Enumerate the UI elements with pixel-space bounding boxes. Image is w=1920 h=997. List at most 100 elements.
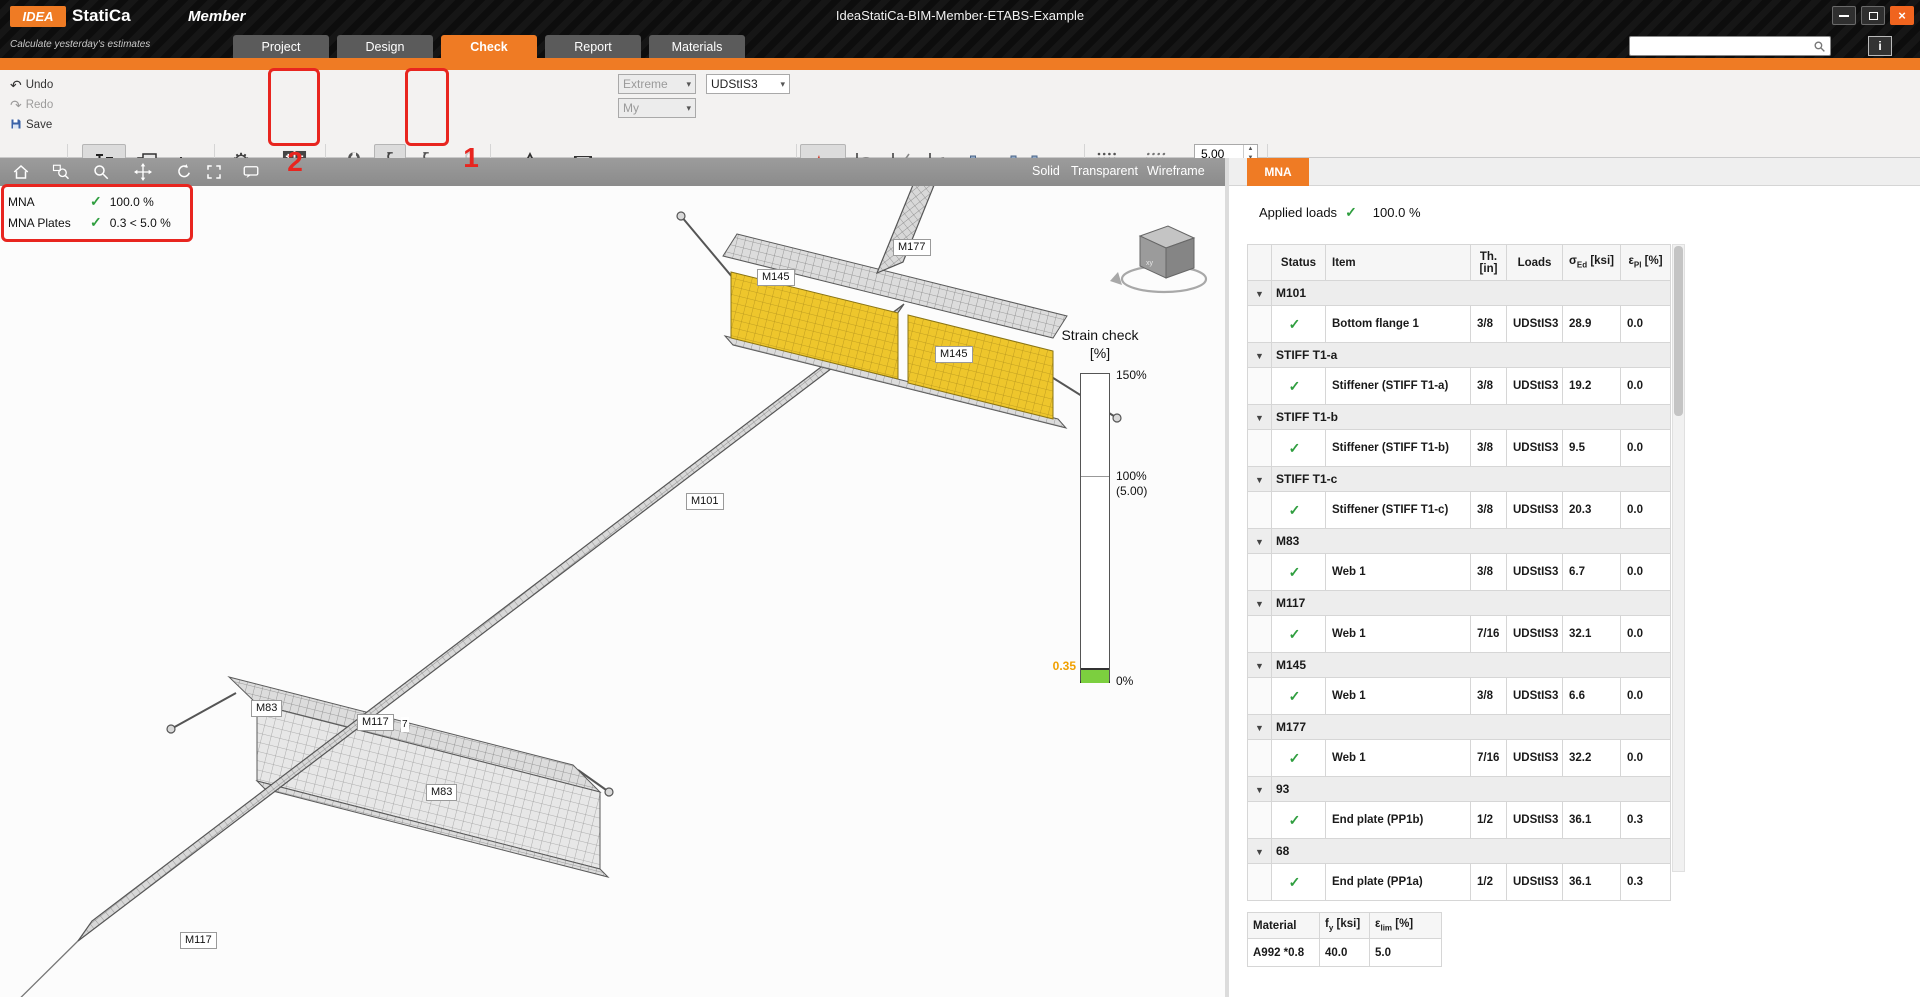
table-group-row[interactable]: ▼STIFF T1-b <box>1248 405 1671 430</box>
tab-design[interactable]: Design <box>337 35 433 58</box>
table-group-row[interactable]: ▼STIFF T1-a <box>1248 343 1671 368</box>
undo-icon: ↶ <box>10 78 22 92</box>
close-button[interactable]: × <box>1890 6 1914 25</box>
my-value: My <box>623 101 639 115</box>
table-group-row[interactable]: ▼M101 <box>1248 281 1671 306</box>
tab-project[interactable]: Project <box>233 35 329 58</box>
loads-cell: UDStIS3 <box>1507 368 1563 405</box>
tab-mna-results[interactable]: MNA <box>1247 158 1309 186</box>
close-icon: × <box>1898 8 1906 23</box>
label-bubble-icon[interactable] <box>240 162 262 182</box>
viewport-3d[interactable]: xy M177 M145 M145 M101 M117 M83 M83 M117… <box>0 186 1225 997</box>
my-dropdown[interactable]: My ▾ <box>618 98 696 118</box>
table-group-row[interactable]: ▼ M83 <box>1248 529 1671 554</box>
redo-button[interactable]: ↷Redo <box>6 96 57 114</box>
collapse-icon[interactable]: ▼ <box>1248 475 1264 485</box>
zoom-window-icon[interactable] <box>50 162 72 182</box>
results-panel: MNA Applied loads ✓ 100.0 % Status Item … <box>1229 158 1920 997</box>
info-button[interactable]: i <box>1868 36 1892 56</box>
table-group-row[interactable]: ▼M177 <box>1248 715 1671 740</box>
module-name: Member <box>188 8 246 25</box>
search-input[interactable] <box>1630 39 1813 53</box>
view-cube[interactable]: xy <box>1110 226 1206 292</box>
fit-view-icon[interactable] <box>203 162 225 182</box>
group-name: M83 <box>1272 529 1671 554</box>
item-cell: Web 1 <box>1326 678 1471 715</box>
refresh-icon[interactable] <box>173 162 195 182</box>
collapse-icon[interactable]: ▼ <box>1248 537 1264 547</box>
group-name: STIFF T1-c <box>1272 467 1671 492</box>
titlebar: IDEA StatiCa Member Calculate yesterday'… <box>0 0 1920 58</box>
check-icon: ✓ <box>1289 502 1301 518</box>
collapse-icon[interactable]: ▼ <box>1248 847 1264 857</box>
loads-cell: UDStIS3 <box>1507 802 1563 839</box>
check-icon: ✓ <box>1289 688 1301 704</box>
load-case-dropdown[interactable]: UDStIS3▾ <box>706 74 790 94</box>
table-scrollbar[interactable] <box>1672 244 1685 872</box>
search-icon[interactable] <box>1813 40 1830 53</box>
th-cell: 3/8 <box>1471 492 1507 529</box>
sigma-cell: 20.3 <box>1563 492 1621 529</box>
th-cell: 3/8 <box>1471 368 1507 405</box>
loads-cell: UDStIS3 <box>1507 492 1563 529</box>
pan-icon[interactable] <box>132 162 154 182</box>
minimize-button[interactable] <box>1832 6 1856 25</box>
tab-report[interactable]: Report <box>545 35 641 58</box>
tab-label: Check <box>470 40 508 54</box>
table-row[interactable]: ✓Web 13/8UDStIS36.60.0 <box>1248 678 1671 715</box>
status-row: MNA ✓ 100.0 % <box>8 191 171 212</box>
table-group-row[interactable]: ▼ STIFF T1-c <box>1248 467 1671 492</box>
model-3d-scene[interactable]: xy <box>0 186 1225 997</box>
table-group-row[interactable]: ▼M145 <box>1248 653 1671 678</box>
save-button[interactable]: Save <box>6 116 56 134</box>
material-row[interactable]: A992 *0.8 40.0 5.0 <box>1248 939 1442 967</box>
table-row[interactable]: ✓Web 17/16UDStIS332.20.0 <box>1248 740 1671 777</box>
maximize-button[interactable] <box>1861 6 1885 25</box>
table-row[interactable]: ✓Bottom flange 13/8UDStIS328.90.0 <box>1248 306 1671 343</box>
tab-check[interactable]: Check <box>441 35 537 58</box>
collapse-icon[interactable]: ▼ <box>1248 599 1264 609</box>
spinner-up-icon[interactable]: ▲ <box>1244 145 1257 154</box>
home-icon[interactable] <box>10 162 32 182</box>
table-row[interactable]: ✓End plate (PP1b)1/2UDStIS336.10.3 <box>1248 802 1671 839</box>
collapse-icon[interactable]: ▼ <box>1248 351 1264 361</box>
chevron-down-icon: ▾ <box>686 103 691 114</box>
table-row[interactable]: ✓Stiffener (STIFF T1-a)3/8UDStIS319.20.0 <box>1248 368 1671 405</box>
tab-label: Report <box>574 40 612 54</box>
table-row[interactable]: ✓Stiffener (STIFF T1-b)3/8UDStIS39.50.0 <box>1248 430 1671 467</box>
table-row[interactable]: ✓Web 17/16UDStIS332.10.0 <box>1248 616 1671 653</box>
material-eps-cell: 5.0 <box>1370 939 1442 967</box>
chevron-down-icon: ▾ <box>780 79 785 90</box>
table-group-row[interactable]: ▼93 <box>1248 777 1671 802</box>
tab-materials[interactable]: Materials <box>649 35 745 58</box>
item-cell: Stiffener (STIFF T1-a) <box>1326 368 1471 405</box>
collapse-icon[interactable]: ▼ <box>1248 661 1264 671</box>
table-group-row[interactable]: ▼M117 <box>1248 591 1671 616</box>
check-icon: ✓ <box>1289 378 1301 394</box>
table-row[interactable]: ✓Stiffener (STIFF T1-c)3/8UDStIS320.30.0 <box>1248 492 1671 529</box>
table-row[interactable]: ✓End plate (PP1a)1/2UDStIS336.10.3 <box>1248 864 1671 901</box>
panel-tab-strip: MNA <box>1229 158 1920 186</box>
legend-color-bar <box>1080 373 1110 683</box>
collapse-icon[interactable]: ▼ <box>1248 413 1264 423</box>
collapse-icon[interactable]: ▼ <box>1248 289 1264 299</box>
scrollbar-thumb[interactable] <box>1674 246 1683 416</box>
viewport-toolbar: Solid Transparent Wireframe <box>0 158 1225 186</box>
zoom-icon[interactable] <box>90 162 112 182</box>
collapse-icon[interactable]: ▼ <box>1248 723 1264 733</box>
eps-cell: 0.3 <box>1621 802 1671 839</box>
material-name-cell: A992 *0.8 <box>1248 939 1320 967</box>
view-mode-solid[interactable]: Solid <box>1032 164 1060 178</box>
eps-cell: 0.0 <box>1621 368 1671 405</box>
info-icon: i <box>1878 39 1881 53</box>
member-label: M177 <box>893 239 931 256</box>
view-mode-transparent[interactable]: Transparent <box>1071 164 1138 178</box>
table-group-row[interactable]: ▼68 <box>1248 839 1671 864</box>
collapse-icon[interactable]: ▼ <box>1248 785 1264 795</box>
undo-button[interactable]: ↶Undo <box>6 76 57 94</box>
table-row[interactable]: ✓Web 13/8UDStIS36.70.0 <box>1248 554 1671 591</box>
view-mode-wireframe[interactable]: Wireframe <box>1147 164 1205 178</box>
sigma-cell: 6.6 <box>1563 678 1621 715</box>
extreme-dropdown[interactable]: Extreme▾ <box>618 74 696 94</box>
item-column-header: Item <box>1326 245 1471 281</box>
